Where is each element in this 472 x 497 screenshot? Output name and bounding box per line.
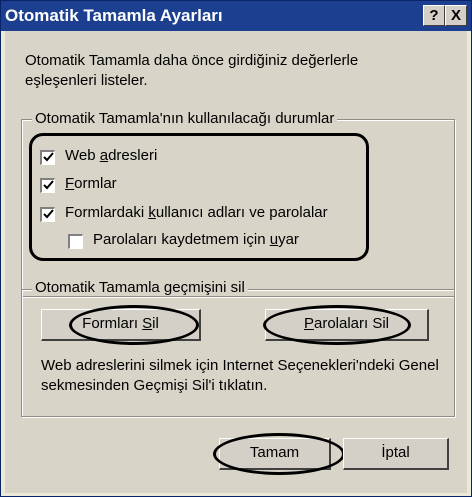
forms-checkbox[interactable] <box>40 178 55 193</box>
forms-label[interactable]: Formlar <box>65 175 117 192</box>
web-addresses-label[interactable]: Web adresleri <box>65 147 157 164</box>
clear-forms-button[interactable]: Formları Sil <box>41 309 201 341</box>
clear-passwords-button[interactable]: Parolaları Sil <box>265 309 429 341</box>
dialog-title: Otomatik Tamamla Ayarları <box>5 6 223 25</box>
form-usernames-passwords-label[interactable]: Formlardaki kullanıcı adları ve parolala… <box>65 204 328 221</box>
checkmark-icon <box>43 209 54 219</box>
help-button[interactable]: ? <box>423 5 445 26</box>
checkmark-icon <box>43 180 54 190</box>
prompt-save-passwords-label[interactable]: Parolaları kaydetmem için uyar <box>93 231 299 248</box>
close-button[interactable]: X <box>445 5 467 26</box>
autocomplete-settings-dialog: Otomatik Tamamla Ayarları ? X Otomatik T… <box>0 0 472 497</box>
usage-group-legend: Otomatik Tamamla'nın kullanılacağı durum… <box>32 110 338 127</box>
ok-button[interactable]: Tamam <box>219 438 331 470</box>
form-usernames-passwords-checkbox[interactable] <box>40 207 55 222</box>
dialog-body: Otomatik Tamamla daha önce girdiğiniz de… <box>5 31 467 493</box>
title-bar[interactable]: Otomatik Tamamla Ayarları ? X <box>1 1 471 31</box>
prompt-save-passwords-checkbox[interactable] <box>68 234 83 249</box>
history-note: Web adreslerini silmek için Internet Seç… <box>41 357 439 394</box>
cancel-button[interactable]: İptal <box>343 438 449 470</box>
history-group-legend: Otomatik Tamamla geçmişini sil <box>32 279 248 296</box>
intro-text: Otomatik Tamamla daha önce girdiğiniz de… <box>25 52 359 89</box>
checkmark-icon <box>43 152 54 162</box>
web-addresses-checkbox[interactable] <box>40 150 55 165</box>
